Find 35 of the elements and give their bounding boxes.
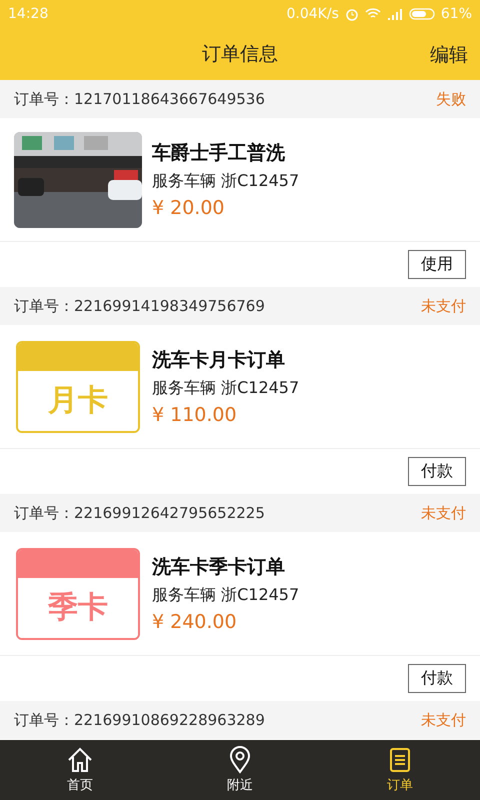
vehicle-plate: 服务车辆 浙C12457 (152, 378, 300, 399)
order-status: 失败 (436, 90, 466, 108)
order-status: 未支付 (421, 504, 466, 522)
order-number: 订单号：22169910869228963289 (14, 710, 265, 730)
action-button[interactable]: 使用 (408, 250, 466, 279)
product-name: 洗车卡月卡订单 (152, 348, 286, 373)
product-name: 车爵士手工普洗 (152, 141, 286, 166)
order-status: 未支付 (421, 710, 466, 730)
order-number: 订单号：12170118643667649536 (14, 90, 265, 108)
home-icon (66, 746, 94, 774)
alarm-icon (344, 7, 359, 21)
nav-tab[interactable]: 附近 (160, 740, 320, 800)
price: ¥ 110.00 (152, 404, 238, 426)
page-title: 订单信息 (202, 42, 278, 67)
wifi-icon (364, 8, 381, 20)
product-name: 洗车卡季卡订单 (152, 555, 286, 580)
price: ¥ 240.00 (152, 611, 238, 633)
clock: 14:28 (8, 6, 48, 22)
order-number: 订单号：22169912642795652225 (14, 504, 265, 522)
action-button[interactable]: 付款 (408, 457, 466, 486)
edit-button[interactable]: 编辑 (428, 40, 470, 70)
price: ¥ 20.00 (152, 197, 226, 219)
signal-icon (386, 8, 403, 20)
nav-tab[interactable]: 首页 (0, 740, 160, 800)
battery-icon (408, 8, 435, 20)
battery-level: 61% (440, 6, 472, 22)
nav-tab[interactable]: 订单 (320, 740, 480, 800)
network-speed: 0.04K/s (286, 6, 339, 22)
vehicle-plate: 服务车辆 浙C12457 (152, 171, 300, 192)
action-button[interactable]: 付款 (408, 664, 466, 693)
card-label: 季卡 (18, 578, 138, 638)
vehicle-plate: 服务车辆 浙C12457 (152, 585, 300, 606)
order-status: 未支付 (421, 296, 466, 316)
card-label: 月卡 (18, 370, 138, 430)
order-number: 订单号：22169914198349756769 (14, 296, 265, 316)
